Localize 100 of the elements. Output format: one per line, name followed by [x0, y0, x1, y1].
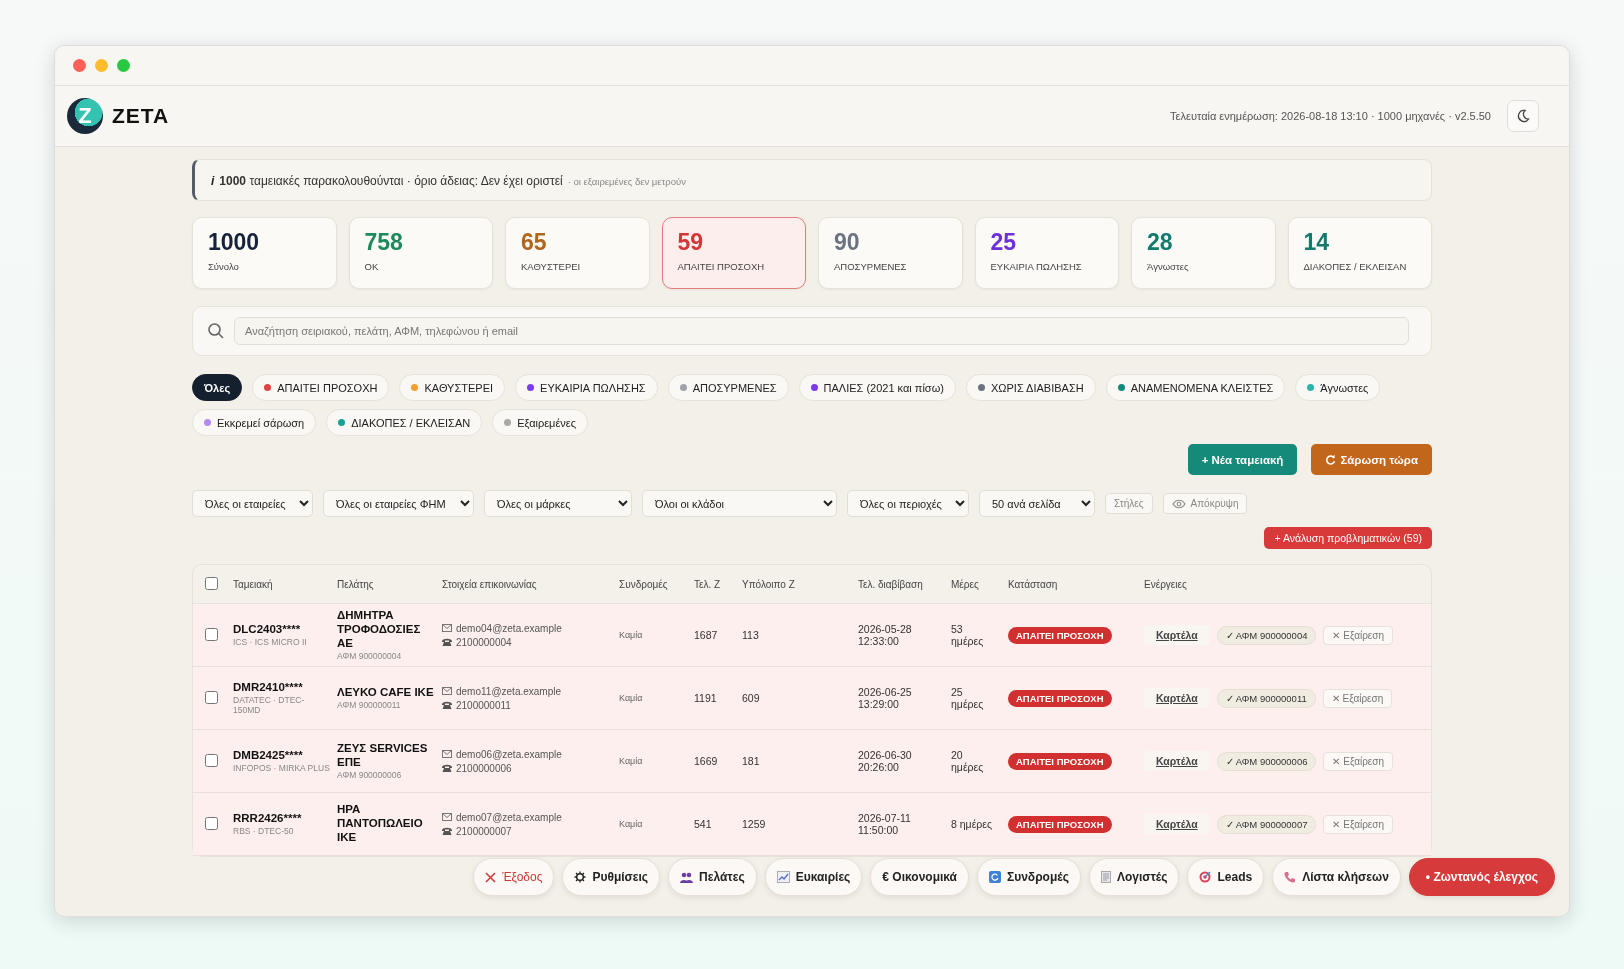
model-name: DATATEC · DTEC-150MD [233, 694, 306, 715]
close-window-icon[interactable] [73, 59, 86, 72]
balance-z-cell-text: 113 [742, 629, 760, 641]
new-register-button[interactable]: + Νέα ταμειακή [1187, 444, 1298, 475]
row-checkbox[interactable] [205, 816, 218, 830]
theme-toggle-button[interactable] [1507, 100, 1539, 132]
dock-button[interactable]: Leads [1187, 858, 1265, 896]
select-all-checkbox[interactable] [205, 576, 218, 590]
subscriptions-cell-text: Καμία [619, 630, 644, 640]
stat-label: ΔΙΑΚΟΠΕΣ / ΕΚΛΕΙΣΑΝ [1303, 261, 1408, 273]
search-field[interactable]: Αναζήτηση σειριακού, πελάτη, ΑΦΜ, τηλεφώνου ή email [234, 317, 1409, 345]
model-name: ICS · ICS MICRO II [233, 636, 308, 647]
status-badge: ΑΠΑΙΤΕΙ ΠΡΟΣΟΧΗ [1008, 627, 1112, 644]
filter-chip[interactable]: Εκκρεμεί σάρωση [192, 409, 317, 436]
filter-chip[interactable]: ΑΠΟΣΥΡΜΕΝΕΣ [667, 374, 789, 401]
tax-id: ΑΦΜ 900000006 [337, 769, 403, 780]
exclude-button[interactable]: ✕ Εξαίρεση [1323, 751, 1393, 771]
stat-label: ΚΑΘΥΣΤΕΡΕΙ [521, 261, 582, 273]
stat-card[interactable]: 14 ΔΙΑΚΟΠΕΣ / ΕΚΛΕΙΣΑΝ [1287, 217, 1432, 289]
columns-button[interactable]: Στήλες [1105, 493, 1153, 514]
stat-card[interactable]: 90 ΑΠΟΣΥΡΜΕΝΕΣ [818, 217, 963, 289]
refresh-icon [989, 871, 1001, 883]
stat-label: ΑΠΑΙΤΕΙ ΠΡΟΣΟΧΗ [677, 261, 766, 273]
mail-icon [442, 624, 452, 632]
stat-label: ΑΠΟΣΥΡΜΕΝΕΣ [834, 261, 908, 273]
row-checkbox[interactable] [205, 690, 218, 704]
stat-value: 59 [677, 230, 705, 256]
card-link[interactable]: Καρτέλα [1144, 814, 1210, 834]
stat-card[interactable]: 28 Άγνωστες [1131, 217, 1276, 289]
filter-select[interactable]: Όλες οι μάρκες [484, 490, 632, 517]
card-link[interactable]: Καρτέλα [1144, 688, 1210, 708]
subscriptions-cell-text: Καμία [619, 819, 644, 829]
last-sent-cell-text: 2026-06-30 20:26:00 [858, 749, 913, 773]
tax-id-badge: ✓ ΑΦΜ 900000011 [1216, 688, 1316, 708]
card-link[interactable]: Καρτέλα [1144, 625, 1210, 645]
dock-button[interactable]: Λογιστές [1088, 858, 1180, 896]
filter-select[interactable]: Όλες οι περιοχές [847, 490, 969, 517]
search-icon [207, 322, 225, 340]
filter-select[interactable]: Όλοι οι κλάδοι [642, 490, 837, 517]
analysis-button[interactable]: + Ανάλυση προβληματικών (59) [1264, 527, 1432, 549]
card-link[interactable]: Καρτέλα [1144, 751, 1210, 771]
stat-card[interactable]: 25 ΕΥΚΑΙΡΙΑ ΠΩΛΗΣΗΣ [974, 217, 1119, 289]
exclude-button[interactable]: ✕ Εξαίρεση [1323, 814, 1393, 834]
chart-icon [776, 871, 790, 883]
column-header: Τελ. Ζ [694, 578, 722, 590]
filter-chip[interactable]: Όλες [192, 374, 243, 401]
column-header: Μέρες [951, 578, 980, 590]
exclude-button[interactable]: ✕ Εξαίρεση [1323, 625, 1393, 645]
dock-label: • Ζωντανός έλεγχος [1425, 870, 1538, 884]
filter-chip[interactable]: Άγνωστες [1295, 374, 1381, 401]
filter-chip[interactable]: ΕΥΚΑΙΡΙΑ ΠΩΛΗΣΗΣ [515, 374, 658, 401]
stat-value: 14 [1303, 230, 1331, 256]
row-checkbox[interactable] [205, 753, 218, 767]
stat-card[interactable]: 59 ΑΠΑΙΤΕΙ ΠΡΟΣΟΧΗ [661, 217, 806, 289]
status-badge: ΑΠΑΙΤΕΙ ΠΡΟΣΟΧΗ [1008, 816, 1112, 833]
dock-button[interactable]: Έξοδος [473, 858, 555, 896]
days-cell-text: 25 ημέρες [951, 686, 985, 710]
phone-text: 2100000004 [456, 636, 512, 648]
dock-button[interactable]: Ρυθμίσεις [562, 858, 661, 896]
dock-button[interactable]: Συνδρομές [977, 858, 1081, 896]
subscriptions-cell-text: Καμία [619, 693, 644, 703]
hide-button[interactable]: Απόκρυψη [1162, 493, 1248, 514]
column-header: Πελάτης [337, 578, 375, 590]
logo-text: ZETA [112, 104, 170, 128]
filter-chip[interactable]: ΔΙΑΚΟΠΕΣ / ΕΚΛΕΙΣΑΝ [326, 409, 483, 436]
dock-button[interactable]: Πελάτες [668, 858, 757, 896]
filter-chip[interactable]: ΠΑΛΙΕΣ (2021 και πίσω) [798, 374, 956, 401]
scan-now-button[interactable]: Σάρωση τώρα [1311, 444, 1432, 475]
filter-chip[interactable]: ΧΩΡΙΣ ΔΙΑΒΙΒΑΣΗ [965, 374, 1096, 401]
dock-button[interactable]: € Οικονομικά [870, 858, 969, 896]
filter-select[interactable]: 50 ανά σελίδα [979, 490, 1095, 517]
filter-select[interactable]: Όλες οι εταιρείες ΦΗΜ [323, 490, 474, 517]
dock-button[interactable]: • Ζωντανός έλεγχος [1408, 858, 1555, 896]
people-icon [680, 871, 694, 883]
column-header: Συνδρομές [619, 578, 669, 590]
filter-select[interactable]: Όλες οι εταιρείες [192, 490, 313, 517]
column-header: Στοιχεία επικοινωνίας [442, 578, 538, 590]
filter-chip[interactable]: ΑΠΑΙΤΕΙ ΠΡΟΣΟΧΗ [252, 374, 390, 401]
filter-chip[interactable]: Εξαιρεμένες [492, 409, 589, 436]
filter-chip[interactable]: ΚΑΘΥΣΤΕΡΕΙ [399, 374, 506, 401]
column-header: Υπόλοιπο Ζ [742, 578, 796, 590]
stat-card[interactable]: 758 ΟΚ [348, 217, 493, 289]
email-text: demo07@zeta.example [456, 811, 562, 823]
exclude-button[interactable]: ✕ Εξαίρεση [1322, 688, 1393, 708]
stat-label: Σύνολο [208, 261, 240, 273]
last-z-cell-text: 541 [694, 818, 713, 830]
dock-label: Συνδρομές [1007, 870, 1069, 884]
row-checkbox[interactable] [205, 627, 218, 641]
phone-icon [1284, 871, 1297, 883]
dock-button[interactable]: Ευκαιρίες [764, 858, 863, 896]
stat-card[interactable]: 1000 Σύνολο [192, 217, 337, 289]
settings-icon [574, 871, 587, 883]
balance-z-cell-text: 181 [742, 755, 761, 767]
status-badge: ΑΠΑΙΤΕΙ ΠΡΟΣΟΧΗ [1008, 690, 1112, 707]
filter-chip[interactable]: ΑΝΑΜΕΝΟΜΕΝΑ ΚΛΕΙΣΤΕΣ [1105, 374, 1286, 401]
last-z-cell-text: 1191 [694, 692, 718, 704]
stat-card[interactable]: 65 ΚΑΘΥΣΤΕΡΕΙ [505, 217, 650, 289]
dock-button[interactable]: Λίστα κλήσεων [1272, 858, 1401, 896]
column-header: Ταμειακή [233, 578, 274, 590]
telephone-icon [442, 701, 452, 709]
